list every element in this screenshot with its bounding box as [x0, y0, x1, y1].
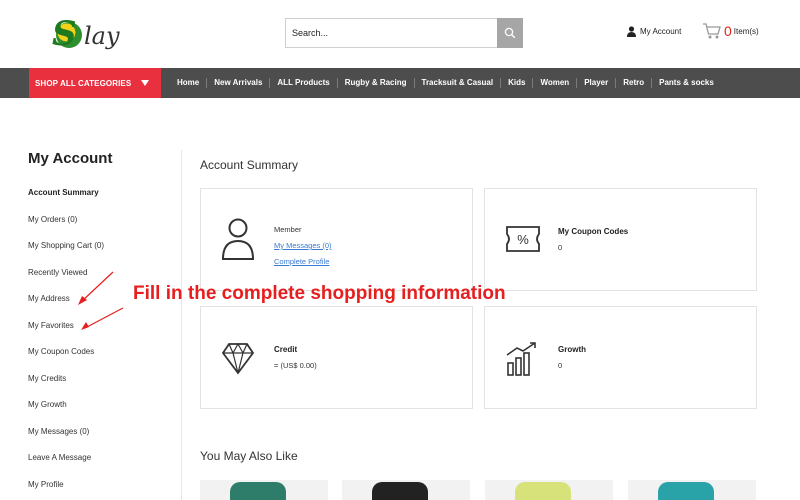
sidebar-item-my-growth[interactable]: My Growth — [28, 400, 168, 427]
sidebar-item-my-favorites[interactable]: My Favorites — [28, 321, 168, 348]
nav-item-new-arrivals[interactable]: New Arrivals — [207, 78, 271, 88]
nav-item-player[interactable]: Player — [577, 78, 617, 88]
main-nav: SHOP ALL CATEGORIES Home New Arrivals AL… — [0, 68, 800, 98]
sidebar-item-my-profile[interactable]: My Profile — [28, 480, 168, 500]
nav-menu: Home New Arrivals ALL Products Rugby & R… — [170, 68, 721, 98]
caret-down-icon — [141, 80, 149, 86]
my-account-label: My Account — [640, 27, 682, 36]
member-card: Member My Messages (0) Complete Profile — [200, 188, 473, 291]
nav-item-pants-socks[interactable]: Pants & socks — [652, 78, 721, 88]
member-label: Member — [274, 225, 302, 234]
cart-icon — [703, 23, 721, 39]
coupon-card[interactable]: % My Coupon Codes 0 — [484, 188, 757, 291]
sidebar-menu: Account Summary My Orders (0) My Shoppin… — [28, 188, 168, 500]
diamond-icon — [221, 342, 255, 375]
product-card[interactable] — [485, 480, 613, 500]
sidebar-item-my-orders[interactable]: My Orders (0) — [28, 215, 168, 242]
my-account-link[interactable]: My Account — [627, 26, 681, 37]
page-title: Account Summary — [200, 158, 299, 172]
jersey-image — [658, 482, 714, 500]
growth-value: 0 — [558, 361, 563, 370]
nav-item-rugby-racing[interactable]: Rugby & Racing — [338, 78, 415, 88]
sidebar-item-my-shopping-cart[interactable]: My Shopping Cart (0) — [28, 241, 168, 268]
search-box — [285, 18, 523, 48]
jersey-image — [515, 482, 571, 500]
cart-count: 0 — [724, 23, 732, 39]
you-may-also-like-heading: You May Also Like — [200, 449, 298, 463]
user-outline-icon — [221, 218, 255, 260]
credit-label: Credit — [274, 345, 298, 354]
product-card[interactable] — [342, 480, 470, 500]
cart-link[interactable]: 0 Item(s) — [702, 22, 759, 40]
jersey-image — [372, 482, 428, 500]
product-card[interactable] — [628, 480, 756, 500]
sidebar-title: My Account — [28, 150, 113, 167]
jersey-image — [230, 482, 286, 500]
my-messages-link[interactable]: My Messages (0) — [274, 241, 332, 250]
nav-item-tracksuit-casual[interactable]: Tracksuit & Casual — [415, 78, 502, 88]
search-input[interactable] — [286, 19, 498, 47]
shop-all-categories-button[interactable]: SHOP ALL CATEGORIES — [29, 68, 161, 98]
growth-chart-icon — [506, 342, 536, 376]
annotation-text: Fill in the complete shopping informatio… — [133, 283, 506, 304]
sidebar-item-my-messages[interactable]: My Messages (0) — [28, 427, 168, 454]
sidebar-item-my-coupon-codes[interactable]: My Coupon Codes — [28, 347, 168, 374]
product-card[interactable] — [200, 480, 328, 500]
nav-item-retro[interactable]: Retro — [616, 78, 653, 88]
complete-profile-link[interactable]: Complete Profile — [274, 257, 329, 266]
cart-items-label: Item(s) — [733, 26, 759, 36]
sidebar-item-my-credits[interactable]: My Credits — [28, 374, 168, 401]
growth-label: Growth — [558, 345, 586, 354]
site-logo[interactable]: S lay — [52, 12, 122, 56]
sidebar-item-leave-a-message[interactable]: Leave A Message — [28, 453, 168, 480]
growth-card[interactable]: Growth 0 — [484, 306, 757, 409]
coupon-label: My Coupon Codes — [558, 227, 629, 236]
account-sidebar: My Account Account Summary My Orders (0)… — [28, 150, 168, 500]
search-button[interactable] — [497, 18, 523, 48]
search-icon — [504, 27, 516, 39]
nav-item-home[interactable]: Home — [170, 78, 208, 88]
coupon-value: 0 — [558, 243, 563, 252]
nav-item-all-products[interactable]: ALL Products — [270, 78, 338, 88]
site-header: S lay My Account 0 Item(s) — [0, 0, 800, 68]
sidebar-item-account-summary[interactable]: Account Summary — [28, 188, 168, 215]
credit-value: = (US$ 0.00) — [274, 361, 317, 370]
svg-text:%: % — [517, 232, 529, 247]
coupon-icon: % — [506, 226, 540, 252]
nav-item-kids[interactable]: Kids — [501, 78, 534, 88]
user-icon — [627, 26, 636, 37]
sidebar-divider — [181, 150, 182, 500]
credit-card[interactable]: Credit = (US$ 0.00) — [200, 306, 473, 409]
nav-item-women[interactable]: Women — [533, 78, 578, 88]
